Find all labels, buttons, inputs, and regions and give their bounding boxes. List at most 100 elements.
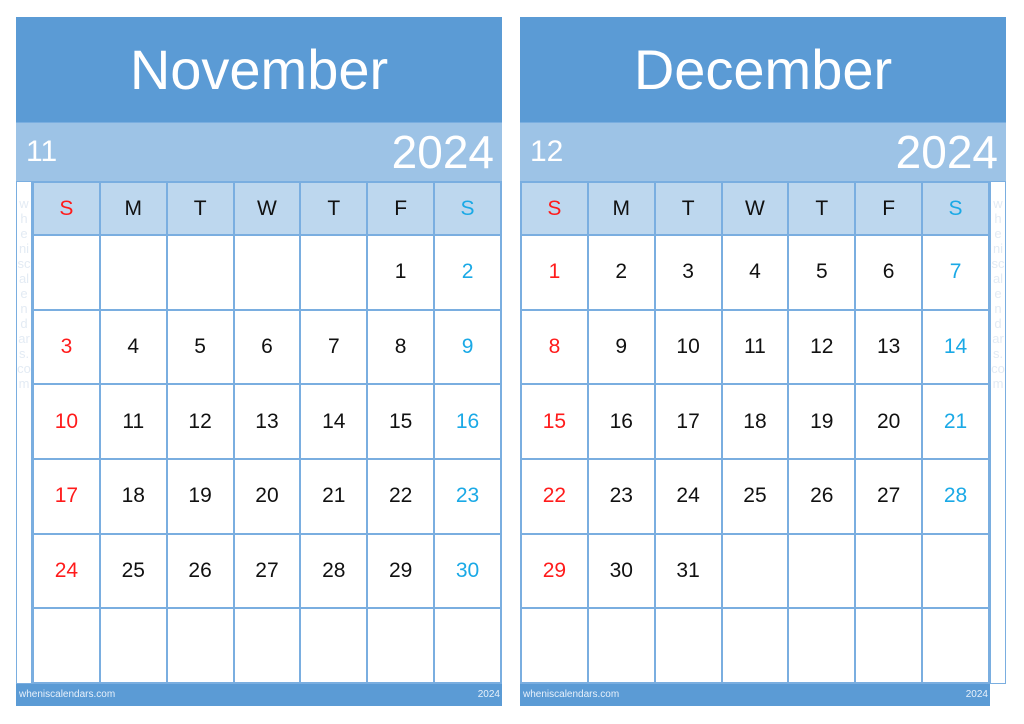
day-cell: 2 xyxy=(433,234,502,311)
week-row: 1234567 xyxy=(520,234,990,311)
day-cell: 4 xyxy=(720,234,790,311)
weekday-label: T xyxy=(165,180,235,237)
day-cell: 9 xyxy=(586,308,656,386)
weekday-label: M xyxy=(586,180,656,237)
day-cell: 19 xyxy=(787,383,857,461)
week-row xyxy=(32,607,502,684)
footer-year: 2024 xyxy=(965,689,988,700)
day-cell: 10 xyxy=(653,308,723,386)
day-cell: 5 xyxy=(165,308,235,386)
day-cell: 21 xyxy=(921,383,990,461)
day-cell: 11 xyxy=(98,383,168,461)
empty-day-cell xyxy=(98,607,168,684)
weekday-label: M xyxy=(98,180,168,237)
weekday-label: W xyxy=(232,180,302,237)
empty-day-cell xyxy=(165,234,235,311)
year-band: 11 2024 xyxy=(16,122,502,181)
day-cell: 31 xyxy=(653,532,723,610)
weekday-label: S xyxy=(921,180,990,237)
day-cell: 30 xyxy=(433,532,502,610)
week-row: 3456789 xyxy=(32,308,502,386)
day-cell: 27 xyxy=(854,458,924,535)
day-cell: 24 xyxy=(653,458,723,535)
day-cell: 2 xyxy=(586,234,656,311)
day-cell: 20 xyxy=(232,458,302,535)
day-cell: 26 xyxy=(787,458,857,535)
day-cell: 1 xyxy=(366,234,436,311)
day-cell: 29 xyxy=(366,532,436,610)
month-number: 12 xyxy=(530,135,564,168)
day-cell: 23 xyxy=(433,458,502,535)
empty-day-cell xyxy=(720,532,790,610)
day-cell: 17 xyxy=(32,458,101,535)
day-cell: 12 xyxy=(165,383,235,461)
day-cell: 9 xyxy=(433,308,502,386)
empty-day-cell xyxy=(32,607,101,684)
week-row: 29 30 31 xyxy=(520,532,990,610)
empty-day-cell xyxy=(433,607,502,684)
day-cell: 5 xyxy=(787,234,857,311)
empty-day-cell xyxy=(787,607,857,684)
empty-day-cell xyxy=(586,607,656,684)
day-cell: 6 xyxy=(854,234,924,311)
month-grid: S M T W T F S 1 2 3 4 5 6 7 8 9 10 11 12 13 14 15 16 17 18 19 20 21… xyxy=(32,180,502,684)
day-cell: 16 xyxy=(433,383,502,461)
footer-site: wheniscalendars.com xyxy=(523,689,620,700)
day-cell: 15 xyxy=(520,383,589,461)
day-cell: 3 xyxy=(32,308,101,386)
month-title: December xyxy=(520,17,1006,122)
day-cell: 19 xyxy=(165,458,235,535)
week-row xyxy=(520,607,990,684)
day-cell: 10 xyxy=(32,383,101,461)
year-band: 12 2024 xyxy=(520,122,1006,181)
week-row: 10 11 12 13 14 15 16 xyxy=(32,383,502,461)
week-row: 17 18 19 20 21 22 23 xyxy=(32,458,502,535)
empty-day-cell xyxy=(520,607,589,684)
empty-day-cell xyxy=(165,607,235,684)
watermark-strip: wheniscalendars.com xyxy=(16,181,32,684)
empty-day-cell xyxy=(232,234,302,311)
day-cell: 30 xyxy=(586,532,656,610)
empty-day-cell xyxy=(921,532,990,610)
week-row: 12 xyxy=(32,234,502,311)
day-cell: 7 xyxy=(921,234,990,311)
watermark-text: wheniscalendars.com xyxy=(991,196,1005,391)
footer-site: wheniscalendars.com xyxy=(19,689,116,700)
day-cell: 28 xyxy=(921,458,990,535)
empty-day-cell xyxy=(720,607,790,684)
empty-day-cell xyxy=(232,607,302,684)
calendar-december: December 12 2024 wheniscalendars.com SMT… xyxy=(520,17,1006,706)
empty-day-cell xyxy=(921,607,990,684)
day-cell: 22 xyxy=(366,458,436,535)
day-cell: 4 xyxy=(98,308,168,386)
empty-day-cell xyxy=(787,532,857,610)
day-cell: 18 xyxy=(720,383,790,461)
day-cell: 6 xyxy=(232,308,302,386)
day-cell: 29 xyxy=(520,532,589,610)
weekday-label: T xyxy=(787,180,857,237)
day-cell: 18 xyxy=(98,458,168,535)
empty-day-cell xyxy=(299,234,369,311)
day-cell: 24 xyxy=(32,532,101,610)
day-cell: 13 xyxy=(854,308,924,386)
day-cell: 22 xyxy=(520,458,589,535)
empty-day-cell xyxy=(653,607,723,684)
year-label: 2024 xyxy=(391,126,494,178)
weekday-label: F xyxy=(366,180,436,237)
day-cell: 7 xyxy=(299,308,369,386)
weekday-header-row: SMTWTFS xyxy=(520,180,990,237)
day-cell: 25 xyxy=(98,532,168,610)
weekday-label: T xyxy=(653,180,723,237)
weekday-label: S xyxy=(32,180,101,237)
footer-year: 2024 xyxy=(477,689,500,700)
weekday-label: F xyxy=(854,180,924,237)
day-cell: 25 xyxy=(720,458,790,535)
footer-bar: wheniscalendars.com 2024 xyxy=(16,684,502,706)
day-cell: 15 xyxy=(366,383,436,461)
day-cell: 8 xyxy=(520,308,589,386)
empty-day-cell xyxy=(854,532,924,610)
day-cell: 20 xyxy=(854,383,924,461)
day-cell: 28 xyxy=(299,532,369,610)
day-cell: 26 xyxy=(165,532,235,610)
day-cell: 21 xyxy=(299,458,369,535)
